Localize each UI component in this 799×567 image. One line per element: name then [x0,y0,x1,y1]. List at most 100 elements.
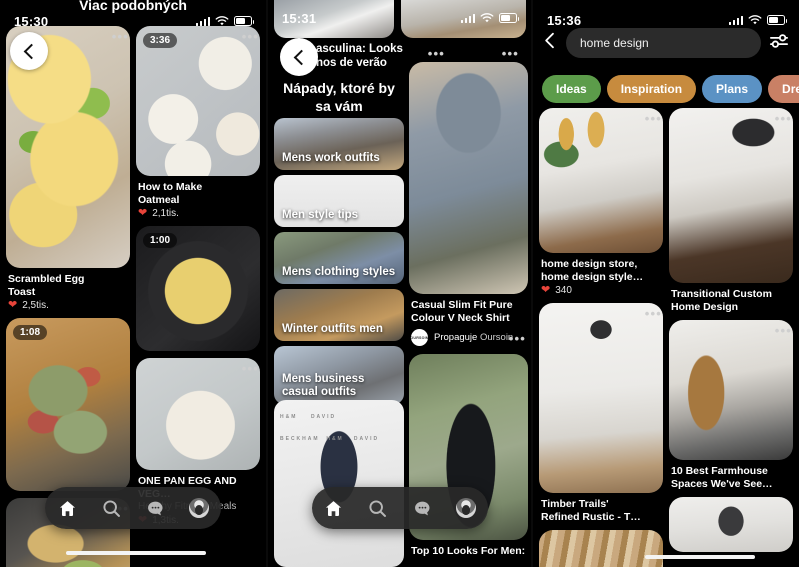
idea-card[interactable]: Mens clothing styles [274,232,404,284]
pin-meta: Scrambled Egg Toast ••• ❤ 2,5tis. [6,30,130,312]
idea-card[interactable]: Winter outfits men [274,289,404,341]
pin-card[interactable]: Transitional Custom Home Design ••• [669,108,793,313]
pin-card[interactable]: 10 Best Farmhouse Spaces We've Seen This… [669,320,793,490]
pin-image[interactable] [539,303,663,493]
back-button[interactable] [10,32,48,70]
pin-image[interactable] [539,530,663,567]
pin-card[interactable]: 3:36 How to Make Oatmeal ••• ❤ 2,1tis. [136,26,260,219]
back-button[interactable] [280,38,318,76]
pin-grid-right: home design store, home design styles, h… [533,108,799,567]
filter-chip-inspiration[interactable]: Inspiration [606,75,697,103]
idea-card-label: Mens business casual outfits [282,373,365,398]
idea-card-list: Mens work outfits Men style tips Mens cl… [274,118,404,404]
search-icon[interactable] [367,498,388,519]
pin-title: home design store, home design styles, h… [541,258,642,283]
idea-card[interactable]: Mens work outfits [274,118,404,170]
pin-grid-left: Scrambled Egg Toast ••• ❤ 2,5tis. 1:08 3… [0,26,266,567]
cellular-signal-icon [728,15,743,25]
filter-chip-plans[interactable]: Plans [702,75,763,103]
heart-icon: ❤ [138,207,148,219]
idea-card-label: Men style tips [282,209,359,221]
pin-title: Casual Slim Fit Pure Colour V Neck Shirt [411,299,513,324]
pin-more-icon[interactable]: ••• [645,307,662,320]
back-button[interactable] [543,32,558,54]
pin-image[interactable]: 1:08 [6,318,130,491]
pin-card[interactable]: Timber Trails' Refined Rustic - The Tile… [539,303,663,523]
pin-duration-badge: 3:36 [143,33,178,48]
profile-avatar-icon[interactable] [455,498,476,518]
watermark-text: H&M DAVID BECKHAM H&M DAVID [280,414,380,442]
pin-meta: How to Make Oatmeal ••• ❤ 2,1tis. [136,30,260,219]
pin-likes: ❤ 2,5tis. [8,299,128,312]
pin-like-count: 2,5tis. [22,300,49,311]
cellular-signal-icon [195,16,210,26]
promoted-by-row: OURSOIN Propaguje Oursoin ••• [410,329,526,346]
pin-image[interactable]: 1:00 [136,226,260,351]
advertiser-avatar-text: OURSOIN [410,335,429,340]
pin-more-icon[interactable]: ••• [509,332,526,345]
pin-duration-badge: 1:08 [13,325,48,340]
home-indicator [645,555,755,559]
pin-image[interactable]: 3:36 [136,26,260,176]
pin-more-icon[interactable]: ••• [775,112,792,125]
pin-column-1: Scrambled Egg Toast ••• ❤ 2,5tis. 1:08 [6,26,130,567]
pin-meta: 10 Best Farmhouse Spaces We've Seen This… [669,324,793,490]
messages-icon[interactable] [145,498,166,519]
panel-mid-board: 15:31 asculina: Looks nos de verão ••• •… [266,0,533,567]
board-more-icon[interactable]: ••• [428,46,445,61]
chevron-left-icon [23,43,39,59]
bottom-tab-bar[interactable] [311,487,488,529]
pin-image[interactable] [409,62,528,294]
pin-more-icon[interactable]: ••• [775,324,792,337]
chip-label: Ideas [556,82,587,96]
pin-card[interactable] [669,497,793,552]
pin-image[interactable] [539,108,663,253]
pin-column-2: 3:36 How to Make Oatmeal ••• ❤ 2,1tis. 1… [136,26,260,567]
status-time: 15:31 [282,10,317,26]
filter-chip-ideas[interactable]: Ideas [542,75,601,103]
pin-more-icon[interactable]: ••• [242,362,259,375]
pin-more-icon[interactable]: ••• [645,112,662,125]
idea-card[interactable]: Men style tips [274,175,404,227]
pin-card[interactable] [539,530,663,567]
sliders-icon[interactable] [769,32,789,55]
pin-column-mid-right: Casual Slim Fit Pure Colour V Neck Shirt… [409,62,528,558]
pin-card[interactable]: home design store, home design styles, h… [539,108,663,296]
pin-image-hm[interactable]: H&M DAVID BECKHAM H&M DAVID [274,400,404,567]
pin-more-icon[interactable]: ••• [502,46,519,61]
pin-card[interactable]: Casual Slim Fit Pure Colour V Neck Shirt… [409,62,528,346]
filter-chip-dream[interactable]: Dream [768,75,799,103]
status-time: 15:36 [547,12,582,28]
search-icon[interactable] [101,498,122,519]
filter-chip-row[interactable]: Ideas Inspiration Plans Dream Shipp [533,75,799,103]
heart-icon: ❤ [8,299,18,311]
pin-meta: Transitional Custom Home Design ••• [669,112,793,313]
home-icon[interactable] [323,498,344,519]
cellular-signal-icon [460,13,475,23]
pin-image[interactable] [669,320,793,460]
status-time: 15:30 [14,13,49,29]
wifi-icon [748,14,762,24]
bottom-tab-bar[interactable] [45,487,221,529]
pin-meta: Casual Slim Fit Pure Colour V Neck Shirt… [409,294,528,346]
status-indicators [728,14,788,26]
messages-icon[interactable] [412,498,433,519]
pin-likes: ❤ 340 [541,285,661,297]
pin-column-2: Transitional Custom Home Design ••• 10 B… [669,108,793,567]
pin-image[interactable] [669,108,793,283]
home-icon[interactable] [57,498,78,519]
chip-label: Plans [716,82,749,96]
profile-avatar-icon[interactable] [189,498,210,518]
battery-icon [234,16,255,26]
pin-title: Top 10 Looks For Men: [411,545,526,557]
pin-card[interactable]: 1:00 [136,226,260,351]
pin-image[interactable] [669,497,793,552]
search-input-wrapper[interactable] [566,28,761,58]
idea-card[interactable]: Mens business casual outfits [274,346,404,404]
advertiser-avatar: OURSOIN [410,329,429,346]
status-bar-mid: 15:31 [268,7,531,29]
pin-card[interactable]: 1:08 [6,318,130,491]
promoted-label: Propaguje Oursoin [434,332,513,343]
search-input[interactable] [580,36,747,50]
pin-meta: Top 10 Looks For Men: [409,540,528,558]
